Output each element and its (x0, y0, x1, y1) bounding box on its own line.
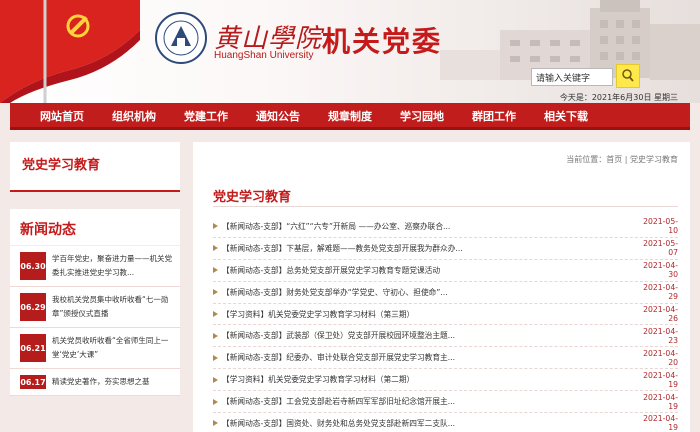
search-button[interactable] (616, 64, 640, 88)
main-content: 当前位置：首页 | 党史学习教育 党史学习教育 【新闻动态-支部】“六红”“六专… (193, 142, 690, 432)
bullet-arrow-icon (213, 289, 218, 296)
current-date: 今天是：2021年6月30日 星期三 (559, 93, 678, 102)
news-date-badge: 06.30 (20, 252, 46, 280)
article-row[interactable]: 【新闻动态-支部】纪委办、审计处联合党支部开展党史学习教育主... 2021-04… (213, 347, 678, 370)
article-title[interactable]: 【新闻动态-支部】武装部（保卫处）党支部开展校园环境整治主题... (222, 330, 636, 341)
news-date-badge: 06.17 (20, 375, 46, 389)
news-link[interactable]: 我校机关党员集中收听收看“七一勋章”颁授仪式直播 (46, 289, 180, 325)
article-date: 2021-04-20 (643, 348, 678, 367)
nav-home[interactable]: 网站首页 (10, 103, 98, 127)
bullet-arrow-icon (213, 398, 218, 405)
article-date: 2021-04-30 (643, 261, 678, 280)
bullet-arrow-icon (213, 245, 218, 252)
site-header: 黄山學院 HuangShan University 机关党委 今天是：2021年… (0, 0, 700, 103)
article-date: 2021-04-29 (643, 283, 678, 302)
article-row[interactable]: 【新闻动态-支部】武装部（保卫处）党支部开展校园环境整治主题... 2021-04… (213, 325, 678, 348)
section-box: 党史学习教育 (10, 142, 180, 192)
article-row[interactable]: 【新闻动态-支部】总务处党支部开展党史学习教育专题党课活动 2021-04-30 (213, 260, 678, 282)
news-link[interactable]: 精读党史著作，夯实思想之基 (46, 371, 156, 393)
page-title: 党史学习教育 (213, 190, 292, 205)
article-list: 【新闻动态-支部】“六红”“六专”开新局 ——办公室、巡察办联合... 2021-… (213, 216, 678, 432)
nav-notices[interactable]: 通知公告 (242, 103, 314, 127)
article-row[interactable]: 【新闻动态-支部】下基层，解难题——教务处党支部开展我为群众办... 2021-0… (213, 238, 678, 260)
news-list: 06.30 学百年党史，聚奋进力量——机关党委扎实推进党史学习教... 06.2… (10, 246, 180, 396)
article-date: 2021-04-19 (643, 370, 678, 389)
bullet-arrow-icon (213, 267, 218, 274)
nav-study-garden[interactable]: 学习园地 (386, 103, 458, 127)
breadcrumb[interactable]: 当前位置：首页 | 党史学习教育 (566, 154, 678, 165)
nav-organization[interactable]: 组织机构 (98, 103, 170, 127)
article-row[interactable]: 【新闻动态-支部】“六红”“六专”开新局 ——办公室、巡察办联合... 2021-… (213, 216, 678, 238)
news-link[interactable]: 学百年党史，聚奋进力量——机关党委扎实推进党史学习教... (46, 248, 180, 284)
news-heading: 新闻动态 (10, 209, 180, 246)
article-date: 2021-05-10 (643, 217, 678, 236)
article-date: 2021-04-26 (643, 305, 678, 323)
divider (213, 206, 678, 207)
nav-party-building[interactable]: 党建工作 (170, 103, 242, 127)
search-icon (622, 69, 634, 82)
news-item[interactable]: 06.21 机关党员收听收看“全省师生同上一堂‘党史’大课” (10, 328, 180, 369)
bullet-arrow-icon (213, 376, 218, 383)
article-row[interactable]: 【新闻动态-支部】国资处、财务处和总务处党支部赴新四军二支队... 2021-04… (213, 413, 678, 432)
article-row[interactable]: 【学习资料】机关党委党史学习教育学习材料（第二期） 2021-04-19 (213, 369, 678, 392)
article-title[interactable]: 【新闻动态-支部】“六红”“六专”开新局 ——办公室、巡察办联合... (222, 221, 636, 232)
article-row[interactable]: 【新闻动态-支部】财务处党支部举办“学党史、守初心、担使命”... 2021-04… (213, 282, 678, 304)
sidebar-section-title[interactable]: 党史学习教育 (10, 142, 180, 192)
school-name-en: HuangShan University (214, 50, 314, 61)
university-seal-icon (155, 12, 207, 64)
article-title[interactable]: 【新闻动态-支部】总务处党支部开展党史学习教育专题党课活动 (222, 265, 636, 276)
news-date-badge: 06.29 (20, 293, 46, 321)
nav-mass-work[interactable]: 群团工作 (458, 103, 530, 127)
article-date: 2021-04-23 (643, 326, 678, 345)
main-nav: 网站首页 组织机构 党建工作 通知公告 规章制度 学习园地 群团工作 相关下载 (10, 103, 690, 130)
article-row[interactable]: 【新闻动态-支部】工会党支部赴岩寺新四军军部旧址纪念馆开展主... 2021-04… (213, 391, 678, 414)
article-title[interactable]: 【新闻动态-支部】财务处党支部举办“学党史、守初心、担使命”... (222, 287, 636, 298)
bullet-arrow-icon (213, 332, 218, 339)
search-input[interactable] (531, 68, 613, 86)
bullet-arrow-icon (213, 223, 218, 230)
bullet-arrow-icon (213, 311, 218, 317)
article-date: 2021-04-19 (643, 392, 678, 411)
article-title[interactable]: 【新闻动态-支部】纪委办、审计处联合党支部开展党史学习教育主... (222, 352, 636, 363)
article-title[interactable]: 【新闻动态-支部】工会党支部赴岩寺新四军军部旧址纪念馆开展主... (222, 396, 636, 407)
news-item[interactable]: 06.30 学百年党史，聚奋进力量——机关党委扎实推进党史学习教... (10, 246, 180, 287)
news-date-badge: 06.21 (20, 334, 46, 362)
news-item[interactable]: 06.17 精读党史著作，夯实思想之基 (10, 369, 180, 396)
bullet-arrow-icon (213, 354, 218, 361)
article-title[interactable]: 【学习资料】机关党委党史学习教育学习材料（第二期） (222, 374, 636, 385)
news-link[interactable]: 机关党员收听收看“全省师生同上一堂‘党史’大课” (46, 330, 180, 366)
article-title[interactable]: 【学习资料】机关党委党史学习教育学习材料（第三期） (222, 309, 636, 320)
article-title[interactable]: 【新闻动态-支部】国资处、财务处和总务处党支部赴新四军二支队... (222, 418, 636, 429)
nav-downloads[interactable]: 相关下载 (530, 103, 602, 127)
bullet-arrow-icon (213, 420, 218, 427)
article-date: 2021-04-19 (643, 414, 678, 432)
article-date: 2021-05-07 (643, 239, 678, 258)
nav-regulations[interactable]: 规章制度 (314, 103, 386, 127)
party-flag-icon (0, 0, 140, 103)
site-title: 机关党委 (322, 25, 443, 58)
left-sidebar: 党史学习教育 新闻动态 06.30 学百年党史，聚奋进力量——机关党委扎实推进党… (10, 142, 180, 396)
article-row[interactable]: 【学习资料】机关党委党史学习教育学习材料（第三期） 2021-04-26 (213, 304, 678, 326)
article-title[interactable]: 【新闻动态-支部】下基层，解难题——教务处党支部开展我为群众办... (222, 243, 636, 254)
news-item[interactable]: 06.29 我校机关党员集中收听收看“七一勋章”颁授仪式直播 (10, 287, 180, 328)
